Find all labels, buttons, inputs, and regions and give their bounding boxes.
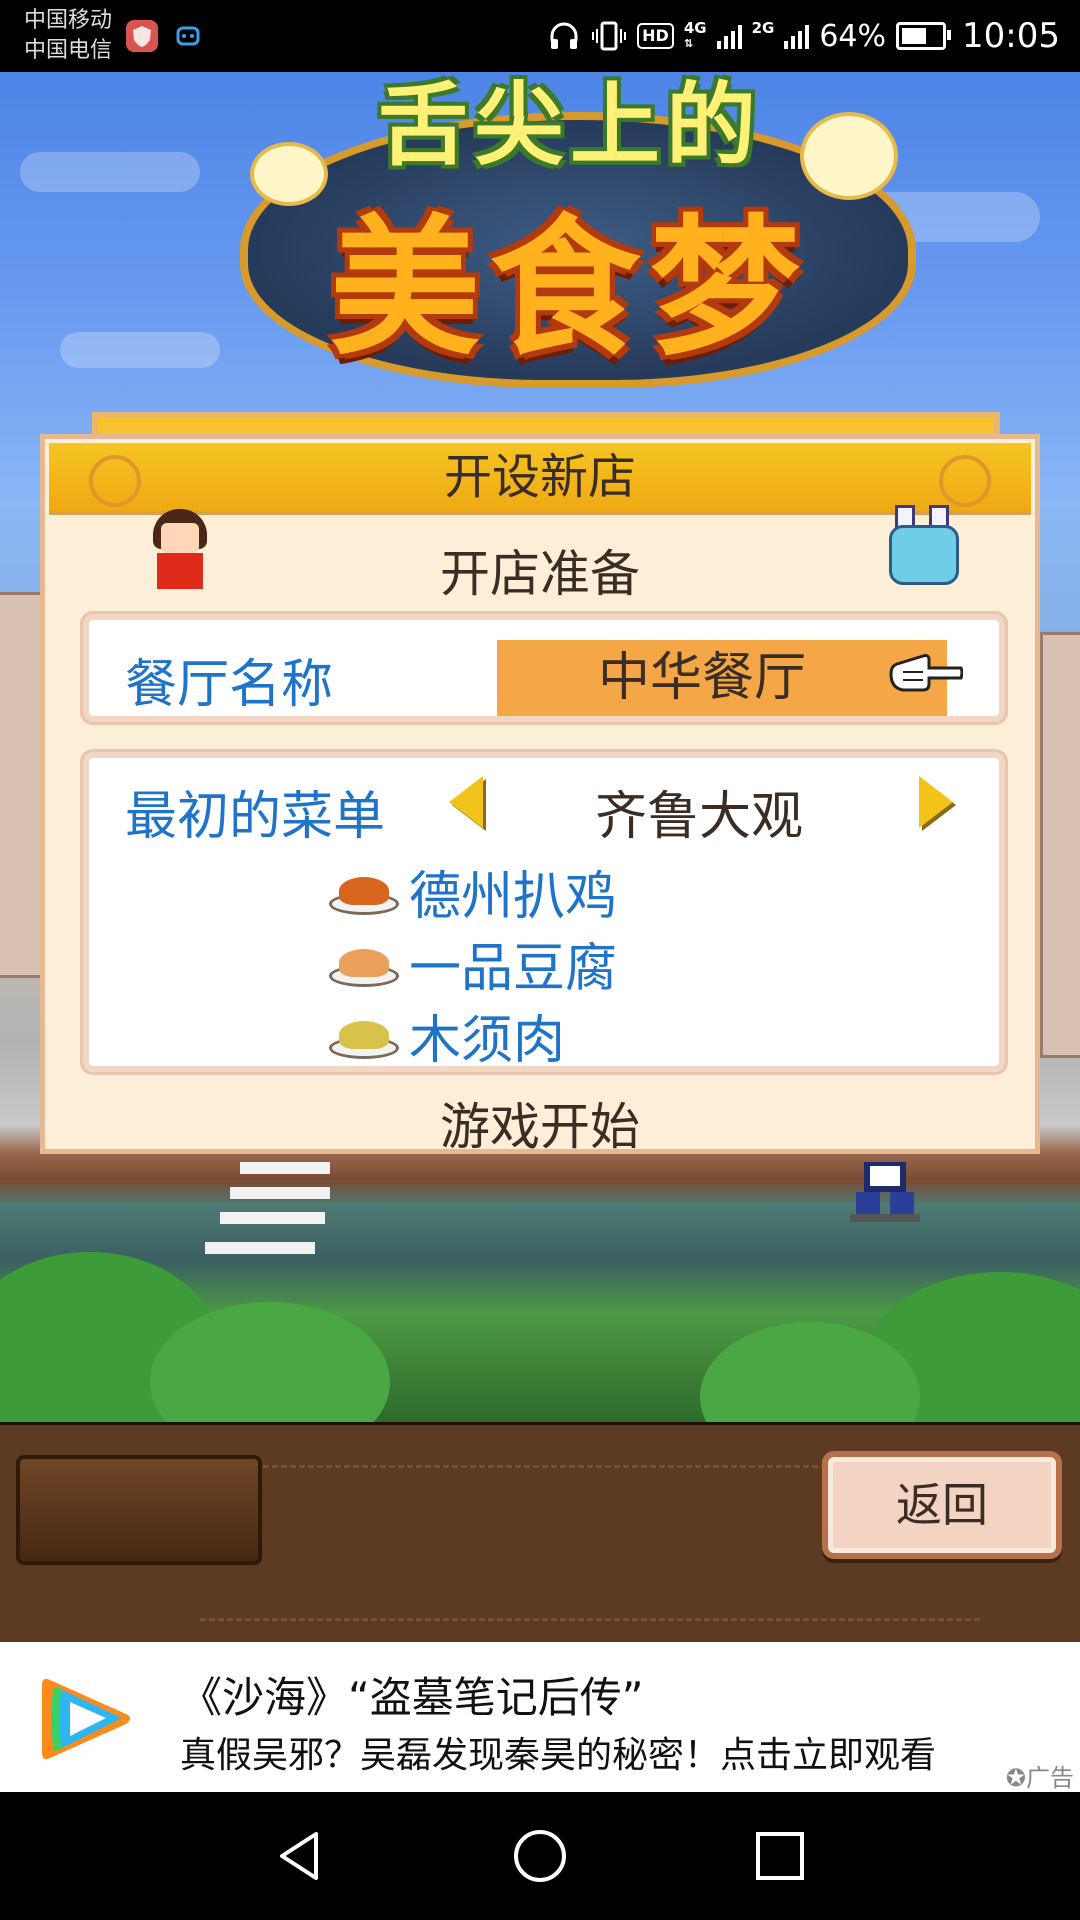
hd-badge: HD [637, 23, 674, 49]
ad-tag: ✪广告 [1006, 1758, 1074, 1793]
signal-icon [716, 23, 742, 49]
menu-prev-arrow-icon[interactable] [449, 776, 483, 828]
game-logo: 舌尖上的 美食梦 [230, 72, 916, 402]
dish-icon [329, 1013, 399, 1059]
dialog-title: 开设新店 [443, 449, 636, 505]
new-shop-dialog: 开设新店 开店准备 餐厅名称 中华餐厅 最初的菜单 齐鲁大观 德州扒鸡 一品豆腐… [40, 434, 1040, 1156]
crosswalk-stripe [230, 1187, 330, 1199]
dialog-header: 开设新店 [49, 443, 1031, 515]
dish-name: 德州扒鸡 [409, 867, 618, 927]
ad-tag-label: 广告 [1026, 1764, 1074, 1792]
ad-banner[interactable]: 《沙海》“盗墓笔记后传” 真假吴邪？吴磊发现秦昊的秘密！点击立即观看 ✪广告 [0, 1642, 1080, 1792]
empty-slot [16, 1455, 262, 1565]
ad-title: 《沙海》“盗墓笔记后传” [180, 1673, 644, 1722]
shield-app-icon [126, 20, 158, 52]
building [1040, 632, 1080, 1058]
headphones-icon [550, 22, 578, 49]
dish-name: 木须肉 [409, 1011, 566, 1071]
dish-food [339, 1020, 389, 1049]
menu-selection: 齐鲁大观 [594, 787, 803, 847]
cloud [60, 332, 220, 368]
dish-food [339, 876, 389, 905]
navigation-bar [0, 1792, 1080, 1920]
crosswalk-stripe [205, 1242, 315, 1254]
network-type-1: 4G ⇅ [683, 19, 707, 51]
battery-icon [896, 22, 952, 50]
logo-subtitle: 舌尖上的 [378, 73, 762, 178]
swirl-ornament [939, 455, 991, 507]
dish-item: 德州扒鸡 [329, 854, 617, 929]
battery-fill [902, 28, 927, 44]
swirl-ornament [89, 455, 141, 507]
carrier-1: 中国移动 [24, 8, 113, 33]
screen: 中国移动 中国电信 HD 4G ⇅ 2G 64% 10:05 舌尖上的 美食梦 … [0, 0, 1080, 1920]
pointing-hand-icon[interactable] [889, 650, 963, 694]
status-icons: HD 4G ⇅ 2G 64% 10:05 [547, 14, 1060, 58]
ad-choices-icon: ✪ [1005, 1764, 1026, 1792]
network-2-label: 2G [751, 19, 775, 37]
clock: 10:05 [962, 16, 1060, 56]
back-button[interactable]: 返回 [822, 1451, 1062, 1559]
network-type-2: 2G [752, 21, 775, 51]
dish-icon [329, 941, 399, 987]
dialog-subtitle: 开店准备 [440, 545, 640, 603]
menu-next-arrow-icon[interactable] [919, 776, 953, 828]
initial-menu-label: 最初的菜单 [125, 787, 386, 847]
bottom-toolbar: 返回 [0, 1422, 1080, 1645]
recents-nav-icon[interactable] [750, 1826, 810, 1886]
game-scene: 舌尖上的 美食梦 开设新店 开店准备 餐厅名称 中华餐厅 最初的菜单 齐鲁大观 … [0, 72, 1080, 1422]
dish-food [339, 948, 389, 977]
cloud [20, 152, 200, 192]
crosswalk-stripe [220, 1212, 325, 1224]
logo-title: 美食梦 [329, 202, 810, 376]
carrier-info: 中国移动 中国电信 [24, 6, 112, 66]
crosswalk-stripe [240, 1162, 330, 1174]
walker-sprite [850, 1162, 920, 1222]
dish-item: 木须肉 [329, 998, 565, 1073]
restaurant-name-panel: 餐厅名称 中华餐厅 [83, 614, 1005, 722]
battery-percent: 64% [819, 18, 887, 54]
video-app-logo-icon [30, 1658, 148, 1776]
robot-app-icon [172, 20, 204, 52]
restaurant-name-label: 餐厅名称 [125, 655, 334, 715]
start-game-button[interactable]: 游戏开始 [45, 1087, 1035, 1159]
carrier-2: 中国电信 [24, 38, 113, 63]
signal-icon-2 [784, 23, 810, 49]
initial-menu-panel: 最初的菜单 齐鲁大观 德州扒鸡 一品豆腐 木须肉 [83, 752, 1005, 1072]
home-nav-icon[interactable] [510, 1826, 570, 1886]
dish-name: 一品豆腐 [409, 939, 618, 999]
ad-description: 真假吴邪？吴磊发现秦昊的秘密！点击立即观看 [180, 1735, 937, 1776]
dish-item: 一品豆腐 [329, 926, 617, 1001]
dish-icon [329, 869, 399, 915]
status-bar: 中国移动 中国电信 HD 4G ⇅ 2G 64% 10:05 [0, 0, 1080, 72]
vibrate-icon [592, 21, 627, 51]
network-1-label: 4G [683, 19, 707, 37]
back-nav-icon[interactable] [270, 1826, 330, 1886]
restaurant-name-field[interactable]: 中华餐厅 [497, 640, 947, 716]
